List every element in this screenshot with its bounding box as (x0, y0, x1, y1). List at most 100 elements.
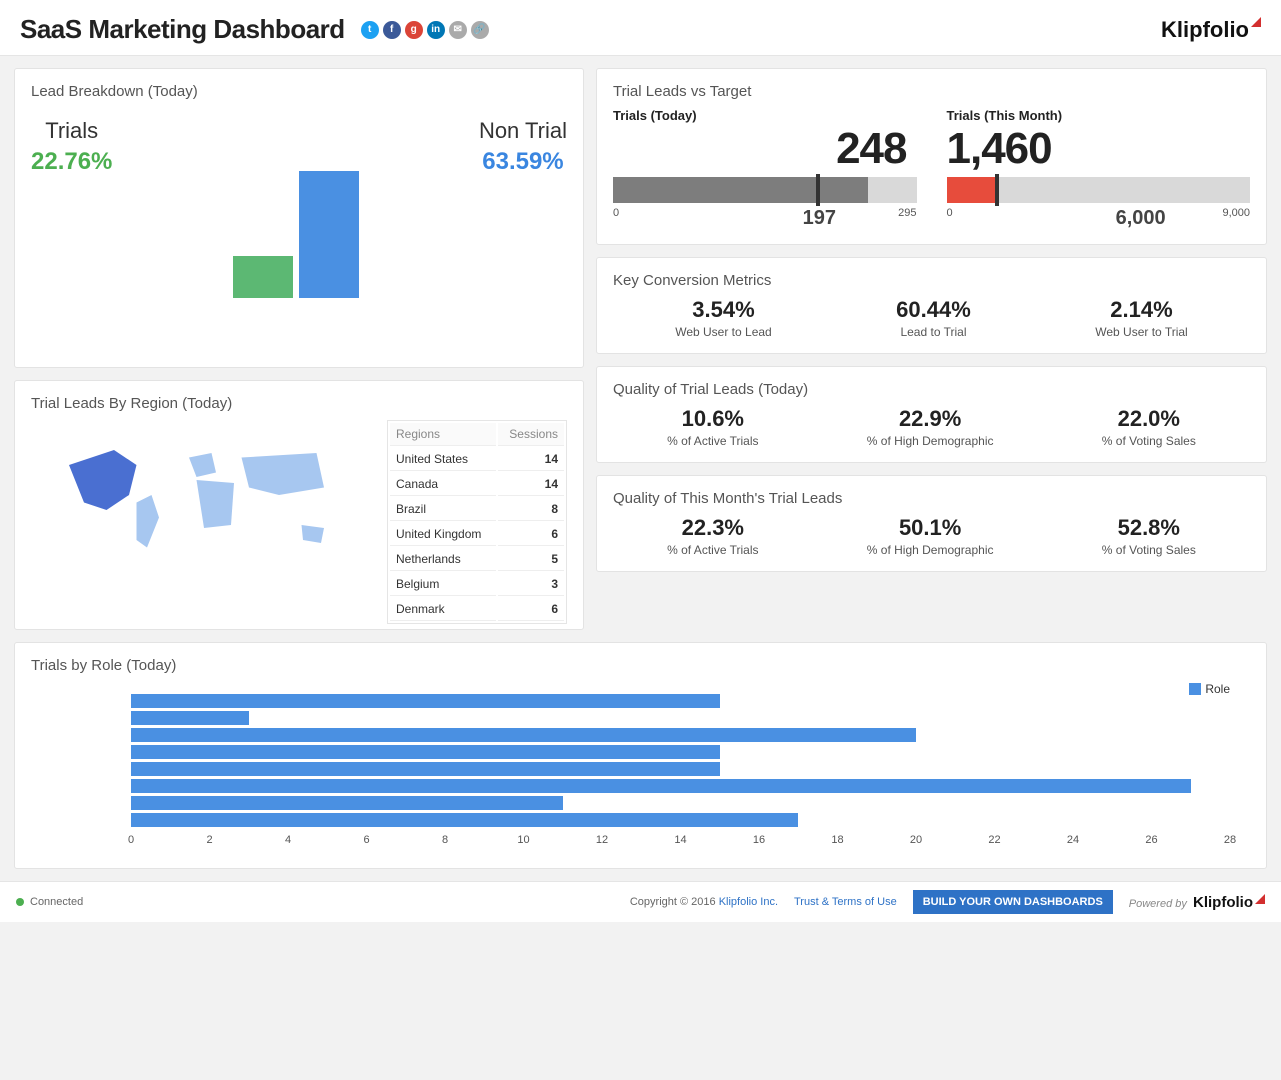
col-sessions: Sessions (498, 423, 564, 446)
table-row: United States14 (390, 448, 564, 471)
region-name: Belgium (390, 573, 496, 596)
axis-tick: 2 (206, 834, 212, 846)
qm-m3-l: % of Voting Sales (1102, 543, 1196, 557)
axis-tick: 16 (753, 834, 765, 846)
conversion-title: Key Conversion Metrics (613, 272, 1250, 289)
company-link[interactable]: Klipfolio Inc. (719, 896, 778, 908)
qt-m3-v: 22.0% (1102, 406, 1196, 432)
region-sessions: 5 (498, 548, 564, 571)
region-name: Netherlands (390, 548, 496, 571)
today-max: 295 (898, 207, 916, 230)
trials-today-label: Trials (Today) (613, 108, 917, 123)
table-row: Denmark6 (390, 598, 564, 621)
table-row: United Kingdom6 (390, 523, 564, 546)
role-title: Trials by Role (Today) (31, 657, 1250, 674)
trials-bar (233, 256, 293, 299)
region-name: Denmark (390, 598, 496, 621)
axis-tick: 22 (988, 834, 1000, 846)
lead-breakdown-title: Lead Breakdown (Today) (31, 83, 567, 100)
qt-m1-v: 10.6% (667, 406, 758, 432)
status-text: Connected (30, 896, 83, 908)
role-bar (131, 813, 798, 827)
today-mid: 197 (803, 207, 836, 230)
target-card: Trial Leads vs Target Trials (Today) 248… (596, 68, 1267, 245)
page-title: SaaS Marketing Dashboard (20, 14, 345, 45)
region-sessions: 8 (498, 498, 564, 521)
terms-link[interactable]: Trust & Terms of Use (794, 896, 897, 908)
region-title: Trial Leads By Region (Today) (31, 395, 567, 412)
nontrial-bar (299, 171, 359, 299)
role-row: Employee (131, 760, 1230, 777)
role-bar (131, 745, 720, 759)
qm-m2-v: 50.1% (867, 515, 994, 541)
table-row: Canada14 (390, 473, 564, 496)
qm-m1-v: 22.3% (667, 515, 758, 541)
region-sessions: 14 (498, 473, 564, 496)
linkedin-icon[interactable]: in (427, 21, 445, 39)
lead-breakdown-bars (221, 128, 371, 298)
role-chart: Role AnalystC-LevelConsultantDeveloperEm… (31, 682, 1250, 854)
quality-today-title: Quality of Trial Leads (Today) (613, 381, 1250, 398)
conv-m1-v: 3.54% (675, 297, 772, 323)
trials-month-label: Trials (This Month) (947, 108, 1251, 123)
axis-tick: 28 (1224, 834, 1236, 846)
role-bar (131, 711, 249, 725)
axis-tick: 12 (596, 834, 608, 846)
qt-m3-l: % of Voting Sales (1102, 434, 1196, 448)
region-sessions: 14 (498, 448, 564, 471)
axis-tick: 0 (128, 834, 134, 846)
conv-m2-l: Lead to Trial (896, 325, 971, 339)
quality-month-title: Quality of This Month's Trial Leads (613, 490, 1250, 507)
qt-m1-l: % of Active Trials (667, 434, 758, 448)
twitter-icon[interactable]: t (361, 21, 379, 39)
month-max: 9,000 (1222, 207, 1250, 230)
region-table: Regions Sessions United States14Canada14… (387, 420, 567, 624)
googleplus-icon[interactable]: g (405, 21, 423, 39)
axis-tick: 6 (363, 834, 369, 846)
link-icon[interactable]: 🔗 (471, 21, 489, 39)
role-card: Trials by Role (Today) Role AnalystC-Lev… (14, 642, 1267, 869)
cta-button[interactable]: BUILD YOUR OWN DASHBOARDS (913, 890, 1113, 914)
role-bar (131, 779, 1191, 793)
axis-tick: 24 (1067, 834, 1079, 846)
region-sessions: 6 (498, 598, 564, 621)
footer-brand-logo[interactable]: Klipfolio (1193, 894, 1265, 911)
trials-month-bar (947, 177, 1251, 203)
month-mid: 6,000 (1116, 207, 1166, 230)
region-card: Trial Leads By Region (Today) (14, 380, 584, 630)
region-name: United Kingdom (390, 523, 496, 546)
trials-value: 22.76% (31, 148, 112, 176)
role-bar (131, 796, 563, 810)
target-title: Trial Leads vs Target (613, 83, 1250, 100)
brand-logo[interactable]: Klipfolio (1161, 17, 1261, 43)
lead-breakdown-card: Lead Breakdown (Today) Trials 22.76% Non… (14, 68, 584, 368)
table-row: Belgium3 (390, 573, 564, 596)
role-bar (131, 762, 720, 776)
trials-month-value: 1,460 (947, 127, 1251, 171)
role-row: Manager (131, 777, 1230, 794)
col-region: Regions (390, 423, 496, 446)
nontrial-value: 63.59% (479, 148, 567, 176)
qt-m2-l: % of High Demographic (867, 434, 994, 448)
region-sessions: 3 (498, 573, 564, 596)
world-map[interactable] (31, 420, 377, 624)
qm-m2-l: % of High Demographic (867, 543, 994, 557)
today-min: 0 (613, 207, 619, 230)
header: SaaS Marketing Dashboard t f g in ✉ 🔗 Kl… (0, 0, 1281, 56)
status-dot-icon (16, 898, 24, 906)
quality-month-card: Quality of This Month's Trial Leads 22.3… (596, 475, 1267, 572)
axis-tick: 8 (442, 834, 448, 846)
region-name: Canada (390, 473, 496, 496)
role-row: Analyst (131, 692, 1230, 709)
qt-m2-v: 22.9% (867, 406, 994, 432)
mail-icon[interactable]: ✉ (449, 21, 467, 39)
facebook-icon[interactable]: f (383, 21, 401, 39)
table-row: Brazil8 (390, 498, 564, 521)
role-bar (131, 728, 916, 742)
region-name: Brazil (390, 498, 496, 521)
nontrial-label: Non Trial (479, 118, 567, 144)
share-icons: t f g in ✉ 🔗 (361, 21, 489, 39)
qm-m3-v: 52.8% (1102, 515, 1196, 541)
powered-text: Powered by (1129, 898, 1187, 910)
axis-tick: 26 (1145, 834, 1157, 846)
